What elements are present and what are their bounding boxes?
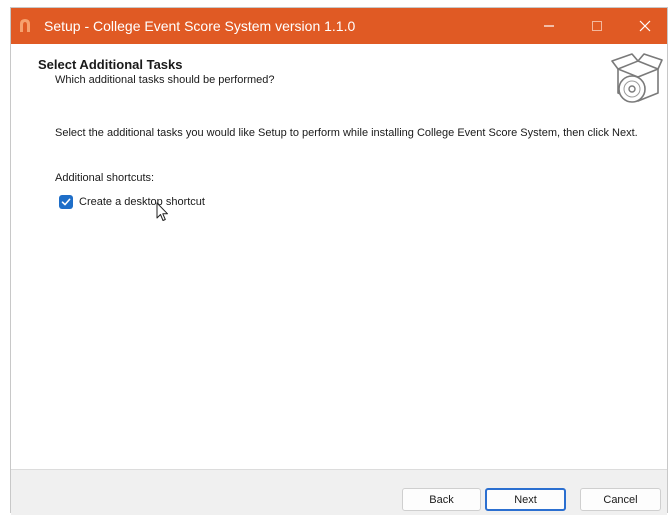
button-bar: Back Next Cancel (11, 469, 667, 515)
content-area: Select the additional tasks you would li… (11, 114, 667, 472)
desktop-shortcut-option[interactable]: Create a desktop shortcut (59, 194, 205, 210)
minimize-icon (544, 25, 554, 27)
instructions-text: Select the additional tasks you would li… (55, 127, 638, 139)
screen: Setup - College Event Score System versi… (0, 0, 670, 517)
app-icon (17, 17, 33, 33)
back-button[interactable]: Back (402, 488, 481, 511)
close-icon (639, 20, 651, 32)
cancel-button[interactable]: Cancel (580, 488, 661, 511)
page-header: Select Additional Tasks Which additional… (11, 44, 667, 114)
title-bar[interactable]: Setup - College Event Score System versi… (11, 8, 667, 44)
close-button[interactable] (623, 8, 667, 44)
page-title: Select Additional Tasks (38, 57, 183, 72)
setup-window: Setup - College Event Score System versi… (10, 7, 668, 515)
desktop-shortcut-checkbox[interactable] (59, 195, 73, 209)
page-subtitle: Which additional tasks should be perform… (55, 74, 275, 86)
maximize-button[interactable] (575, 8, 619, 44)
maximize-icon (592, 21, 602, 31)
desktop-shortcut-label[interactable]: Create a desktop shortcut (79, 196, 205, 208)
next-button[interactable]: Next (485, 488, 566, 511)
minimize-button[interactable] (527, 8, 571, 44)
checkmark-icon (61, 198, 71, 206)
mouse-cursor-icon (156, 202, 170, 222)
section-label: Additional shortcuts: (55, 172, 155, 184)
setup-box-icon (608, 51, 664, 107)
window-title: Setup - College Event Score System versi… (44, 18, 356, 34)
